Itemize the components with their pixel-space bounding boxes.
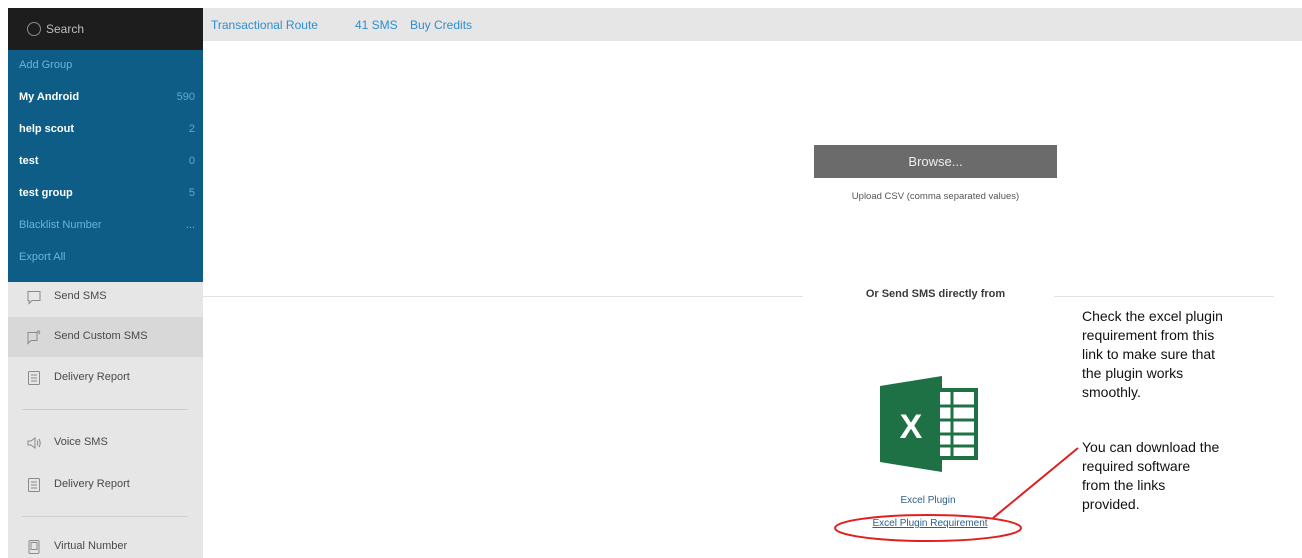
export-all-label: Export All — [19, 251, 66, 263]
report-icon — [28, 478, 40, 492]
group-count: 590 — [176, 91, 195, 103]
group-label: test group — [19, 187, 73, 199]
speaker-icon — [27, 437, 41, 449]
nav-send-custom-sms[interactable]: Send Custom SMS — [8, 317, 203, 357]
annotation-note-2: You can download the required software f… — [1082, 438, 1282, 514]
browse-button[interactable]: Browse... — [814, 145, 1057, 178]
group-item-help-scout[interactable]: help scout 2 — [8, 114, 203, 146]
excel-plugin-requirement-link[interactable]: Excel Plugin Requirement — [844, 518, 1016, 529]
excel-icon: X — [880, 376, 978, 472]
add-group-label: Add Group — [19, 59, 73, 71]
nav-label: Delivery Report — [54, 478, 130, 490]
group-label: help scout — [19, 123, 75, 135]
nav-label: Send Custom SMS — [54, 330, 148, 342]
chat-bubble-icon — [27, 291, 41, 305]
blacklist-number-link[interactable]: Blacklist Number ... — [8, 210, 203, 242]
transactional-route-link[interactable]: Transactional Route — [211, 18, 318, 32]
nav-virtual-number[interactable]: Virtual Number — [8, 527, 203, 558]
blacklist-label: Blacklist Number — [19, 219, 102, 231]
nav-voice-delivery-report[interactable]: Delivery Report — [8, 465, 203, 505]
section-divider-left — [203, 296, 803, 297]
search-input[interactable] — [46, 19, 186, 39]
report-icon — [28, 371, 40, 385]
search-icon — [27, 22, 41, 36]
group-label: test — [19, 155, 39, 167]
section-divider-right — [1054, 296, 1274, 297]
svg-text:X: X — [900, 408, 923, 446]
nav-send-sms[interactable]: Send SMS — [8, 277, 203, 317]
app-frame: Add Group My Android 590 help scout 2 te… — [8, 8, 1302, 558]
upload-csv-caption: Upload CSV (comma separated values) — [851, 191, 1020, 202]
blacklist-count: ... — [185, 219, 195, 231]
annotation-line: requirement from this — [1082, 327, 1215, 343]
annotation-line: link to make sure that — [1082, 346, 1216, 362]
nav-label: Delivery Report — [54, 371, 130, 383]
group-label: My Android — [19, 91, 80, 103]
nav-divider — [22, 409, 188, 410]
nav-divider — [22, 516, 188, 517]
nav-label: Virtual Number — [54, 540, 128, 552]
sidebar: Add Group My Android 590 help scout 2 te… — [8, 8, 203, 558]
groups-panel: Add Group My Android 590 help scout 2 te… — [8, 50, 203, 282]
edit-message-icon — [27, 330, 41, 345]
annotation-line: from the links — [1082, 477, 1166, 493]
sms-balance: 41 SMS — [355, 18, 398, 32]
nav-delivery-report[interactable]: Delivery Report — [8, 358, 203, 398]
add-group-link[interactable]: Add Group — [8, 50, 203, 82]
group-item-test[interactable]: test 0 — [8, 146, 203, 178]
phone-icon — [28, 540, 40, 554]
group-item-test-group[interactable]: test group 5 — [8, 178, 203, 210]
annotation-line: the plugin works — [1082, 365, 1184, 381]
group-item-my-android[interactable]: My Android 590 — [8, 82, 203, 114]
annotation-line: You can download the — [1082, 439, 1220, 455]
group-count: 5 — [188, 187, 195, 199]
top-bar: Transactional Route 41 SMS Buy Credits — [203, 8, 1302, 41]
send-directly-heading: Or Send SMS directly from — [865, 288, 1006, 300]
nav-voice-sms[interactable]: Voice SMS — [8, 423, 203, 463]
buy-credits-link[interactable]: Buy Credits — [410, 18, 472, 32]
group-count: 0 — [188, 155, 195, 167]
excel-plugin-link[interactable]: Excel Plugin — [858, 495, 998, 506]
search-bar — [8, 8, 203, 50]
group-count: 2 — [188, 123, 195, 135]
annotation-line: Check the excel plugin — [1082, 308, 1223, 324]
annotation-line: smoothly. — [1082, 384, 1141, 400]
annotation-line: required software — [1082, 458, 1191, 474]
annotation-note-1: Check the excel plugin requirement from … — [1082, 307, 1282, 402]
annotation-line: provided. — [1082, 496, 1140, 512]
export-all-link[interactable]: Export All — [8, 242, 203, 274]
nav-label: Send SMS — [54, 290, 107, 302]
nav-label: Voice SMS — [54, 436, 108, 448]
